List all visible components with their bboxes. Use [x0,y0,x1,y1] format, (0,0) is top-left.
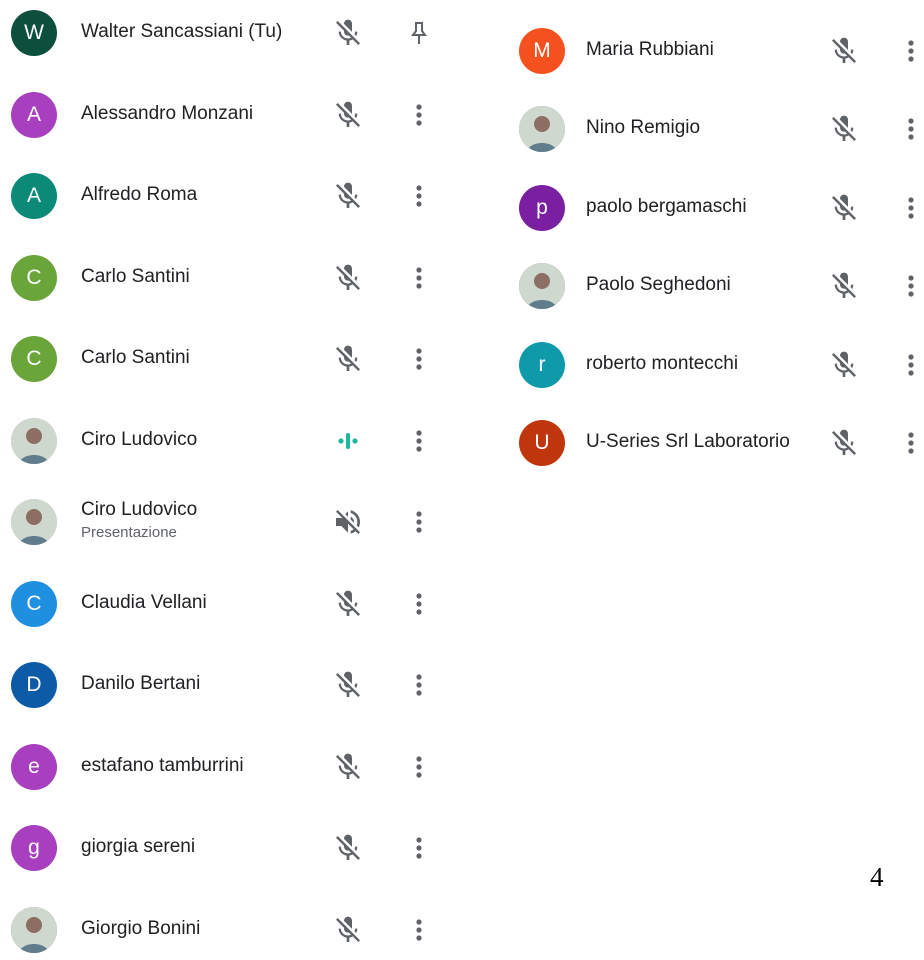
more-options-icon[interactable] [899,427,923,459]
participant-row[interactable]: r roberto montecchi [505,335,924,395]
participant-row[interactable]: A Alfredo Roma [0,166,470,226]
participant-name: Carlo Santini [81,265,190,287]
participant-subtitle: Presentazione [81,524,177,541]
mic-off-icon[interactable] [828,349,860,381]
avatar [519,263,565,310]
avatar: W [11,10,57,56]
participant-name: Maria Rubbiani [586,39,714,60]
participant-row[interactable]: W Walter Sancassiani (Tu) [0,3,470,63]
avatar: g [11,825,57,871]
avatar: C [11,254,57,301]
more-options-icon[interactable] [407,832,431,864]
more-options-icon[interactable] [407,506,431,538]
avatar: A [11,91,57,138]
participant-name: Alfredo Roma [81,184,198,205]
participant-row[interactable]: D Danilo Bertani [0,655,470,715]
participant-row[interactable]: Giorgio Bonini [0,900,470,960]
participant-name: Danilo Bertani [81,673,201,694]
more-options-icon[interactable] [407,180,431,212]
avatar: p [519,184,565,231]
avatar: D [11,662,57,708]
participant-row[interactable]: p paolo bergamaschi [505,178,924,238]
participant-name: Alessandro Monzani [81,102,254,124]
participant-name: Ciro Ludovico [81,499,198,520]
participant-name: Paolo Seghedoni [586,274,731,296]
participant-row[interactable]: e estafano tamburrini [0,737,470,797]
mic-off-icon[interactable] [332,180,364,212]
participant-name: U-Series Srl Laboratorio [586,431,790,452]
mic-off-icon[interactable] [332,343,364,375]
avatar: C [11,580,57,627]
avatar [11,499,57,545]
participant-name: Walter Sancassiani (Tu) [81,21,283,42]
more-options-icon[interactable] [407,425,431,457]
pin-icon[interactable] [407,17,431,49]
participant-row[interactable]: C Claudia Vellani [0,574,470,634]
avatar [11,417,57,464]
participant-row[interactable]: M Maria Rubbiani [505,21,924,81]
avatar: A [11,173,57,219]
participant-row[interactable]: Ciro Ludovico [0,411,470,471]
participant-name: Giorgio Bonini [81,917,201,939]
participant-name: Carlo Santini [81,347,190,368]
avatar: r [519,341,565,388]
speaking-indicator-icon [332,425,364,457]
mic-off-icon[interactable] [828,427,860,459]
participant-name: estafano tamburrini [81,754,244,776]
participant-row[interactable]: Paolo Seghedoni [505,256,924,316]
participant-name: roberto montecchi [586,352,739,374]
more-options-icon[interactable] [407,588,431,620]
page-number: 4 [870,862,884,892]
mic-off-icon[interactable] [332,832,364,864]
participant-row[interactable]: C Carlo Santini [0,329,470,389]
more-options-icon[interactable] [407,99,431,131]
mic-off-icon[interactable] [828,35,860,67]
mic-off-icon[interactable] [828,270,860,302]
participant-name: giorgia sereni [81,836,196,857]
participant-row[interactable]: C Carlo Santini [0,248,470,308]
participant-name: Claudia Vellani [81,591,207,613]
mic-off-icon[interactable] [332,588,364,620]
more-options-icon[interactable] [899,113,923,145]
participant-name: Ciro Ludovico [81,428,198,450]
participant-row[interactable]: A Alessandro Monzani [0,85,470,145]
more-options-icon[interactable] [899,35,923,67]
avatar [519,106,565,153]
participant-row[interactable]: U U-Series Srl Laboratorio [505,413,924,473]
more-options-icon[interactable] [899,270,923,302]
avatar: M [519,28,565,74]
mic-off-icon[interactable] [332,751,364,783]
mic-off-icon[interactable] [332,669,364,701]
avatar: U [519,420,565,466]
avatar: e [11,743,57,790]
mic-off-icon[interactable] [332,17,364,49]
more-options-icon[interactable] [407,343,431,375]
more-options-icon[interactable] [899,349,923,381]
more-options-icon[interactable] [407,262,431,294]
mic-off-icon[interactable] [332,262,364,294]
more-options-icon[interactable] [407,751,431,783]
participant-name: Nino Remigio [586,117,701,139]
mic-off-icon[interactable] [828,192,860,224]
participant-row[interactable]: Ciro Ludovico Presentazione [0,492,470,552]
mic-off-icon[interactable] [828,113,860,145]
avatar [11,906,57,953]
more-options-icon[interactable] [899,192,923,224]
participant-row[interactable]: Nino Remigio [505,99,924,159]
participant-row[interactable]: g giorgia sereni [0,818,470,878]
more-options-icon[interactable] [407,669,431,701]
avatar: C [11,336,57,382]
mic-off-icon[interactable] [332,99,364,131]
participant-name: paolo bergamaschi [586,195,747,217]
volume-off-icon[interactable] [332,506,364,538]
